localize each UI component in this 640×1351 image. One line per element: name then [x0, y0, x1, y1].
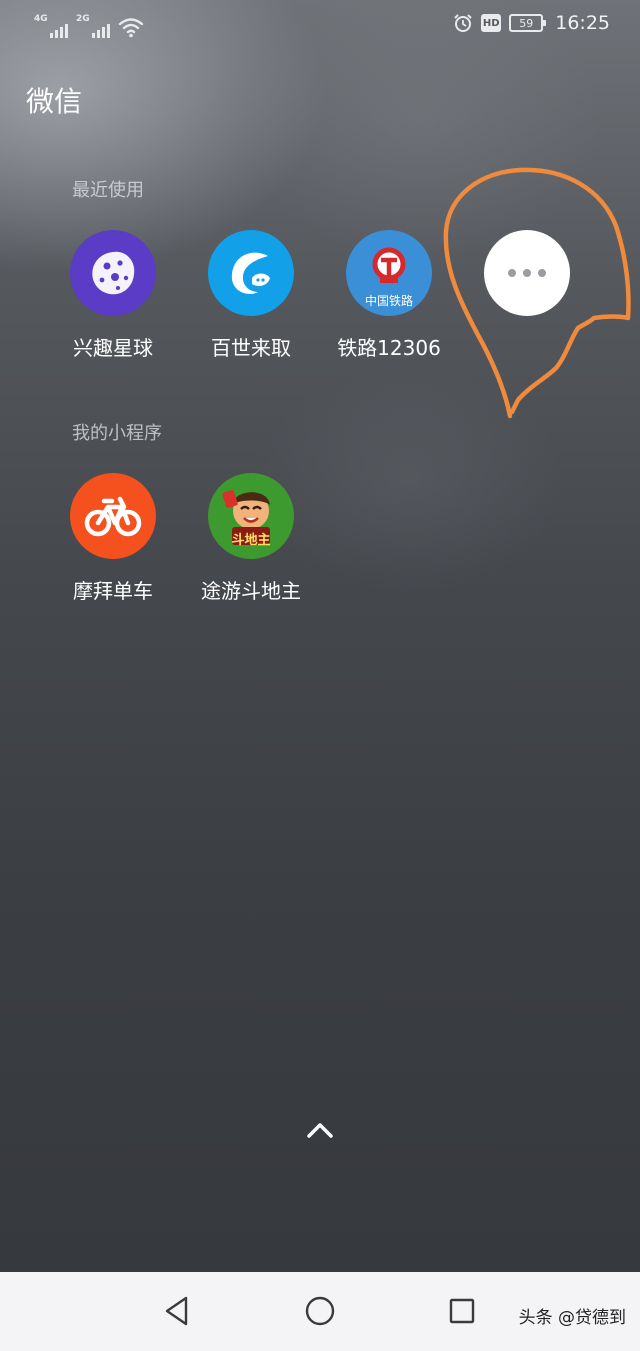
planet-icon [70, 230, 156, 316]
app-label: 途游斗地主 [201, 579, 301, 603]
home-icon[interactable] [300, 1291, 340, 1331]
my-app-mobike[interactable]: 摩拜单车 [38, 473, 188, 604]
recent-app-baishi[interactable]: 百世来取 [176, 230, 326, 361]
status-bar: 4G 2G HD 59 16:25 [0, 0, 640, 54]
recent-app-xingqu[interactable]: 兴趣星球 [38, 230, 188, 361]
back-icon[interactable] [157, 1291, 197, 1331]
network-type-1: 4G [34, 14, 48, 24]
status-bar-right: HD 59 16:25 [453, 12, 610, 34]
recent-section-title: 最近使用 [72, 180, 144, 201]
status-bar-left: 4G 2G [34, 14, 144, 38]
mini-program-screen: 4G 2G HD 59 16:25 微信 最近使用 兴趣星球 百世来取 中国铁路… [0, 0, 640, 1272]
status-time: 16:25 [555, 12, 610, 34]
network-type-2: 2G [76, 14, 90, 24]
my-programs-section-title: 我的小程序 [72, 423, 162, 444]
doudizhu-game-icon: 斗地主 [208, 473, 294, 559]
my-app-doudizhu[interactable]: 斗地主 途游斗地主 [176, 473, 326, 604]
recent-app-railway-12306[interactable]: 中国铁路 铁路12306 [314, 230, 464, 361]
wifi-icon [118, 18, 144, 38]
navigation-bar: 头条 @贷德到 [0, 1272, 640, 1351]
app-label: 摩拜单车 [73, 579, 153, 603]
app-label: 百世来取 [211, 336, 291, 360]
signal-icon: 4G [34, 14, 68, 38]
app-title: 微信 [26, 85, 83, 118]
more-icon [484, 230, 570, 316]
doudizhu-icon-text: 斗地主 [231, 533, 271, 548]
signal-icon-2: 2G [76, 14, 110, 38]
best-express-icon [208, 230, 294, 316]
railway-icon: 中国铁路 [346, 230, 432, 316]
app-label: 兴趣星球 [73, 336, 153, 360]
battery-icon: 59 [509, 14, 547, 32]
watermark: 头条 @贷德到 [518, 1308, 626, 1328]
recents-icon[interactable] [442, 1291, 482, 1331]
swipe-up-icon[interactable] [300, 1112, 340, 1148]
alarm-icon [454, 14, 472, 32]
railway-icon-text: 中国铁路 [364, 294, 413, 308]
app-label: 铁路12306 [337, 336, 441, 360]
hd-icon: HD [481, 14, 502, 32]
more-button[interactable] [452, 230, 602, 316]
bicycle-icon [70, 473, 156, 559]
